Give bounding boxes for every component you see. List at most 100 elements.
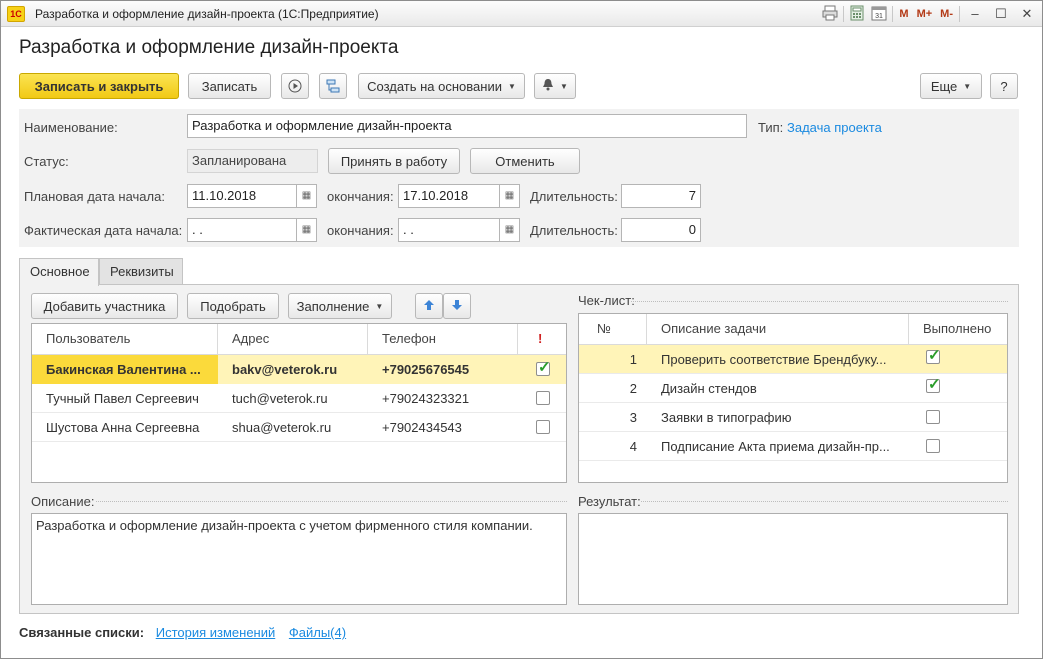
minimize-icon[interactable]: –	[964, 5, 986, 23]
table-row[interactable]: Тучный Павел Сергеевич tuch@veterok.ru +…	[32, 384, 566, 413]
app-window: 1С Разработка и оформление дизайн-проект…	[0, 0, 1043, 659]
notification-button[interactable]: ▼	[534, 73, 576, 99]
column-header-important[interactable]: !	[518, 324, 566, 354]
checkmark-icon: ✓	[928, 376, 941, 393]
cell-user: Шустова Анна Сергеевна	[46, 420, 200, 435]
calendar-picker-icon[interactable]: ▦	[297, 218, 317, 242]
separator	[959, 6, 960, 22]
participants-table: Пользователь Адрес Телефон ! Бакинская В…	[31, 323, 567, 483]
history-link[interactable]: История изменений	[156, 625, 276, 640]
move-down-button[interactable]	[443, 293, 471, 319]
cell-address: bakv@veterok.ru	[218, 355, 368, 384]
page-title: Разработка и оформление дизайн-проекта	[19, 37, 399, 58]
dropdown-arrow-icon: ▼	[507, 81, 516, 91]
result-label: Результат:	[578, 494, 641, 509]
save-and-close-button[interactable]: Записать и закрыть	[19, 73, 179, 99]
cell-address: shua@veterok.ru	[232, 420, 332, 435]
more-label: Еще	[930, 78, 958, 94]
related-lists: Связанные списки: История изменений Файл…	[19, 625, 346, 640]
column-header-user[interactable]: Пользователь	[32, 324, 218, 354]
column-header-phone[interactable]: Телефон	[368, 324, 518, 354]
checkbox[interactable]: ✓	[536, 359, 551, 376]
checkbox[interactable]	[536, 420, 550, 434]
table-row[interactable]: Шустова Анна Сергеевна shua@veterok.ru +…	[32, 413, 566, 442]
help-button[interactable]: ?	[990, 73, 1018, 99]
name-field[interactable]: Разработка и оформление дизайн-проекта	[187, 114, 747, 138]
structure-icon[interactable]	[319, 73, 347, 99]
bell-icon	[542, 78, 554, 94]
files-link[interactable]: Файлы(4)	[289, 625, 346, 640]
plan-start-label: Плановая дата начала:	[24, 189, 165, 204]
calculator-icon[interactable]	[848, 5, 866, 23]
divider	[641, 501, 1008, 502]
table-row[interactable]: 2 Дизайн стендов ✓	[579, 374, 1007, 403]
fact-start-label: Фактическая дата начала:	[24, 223, 183, 238]
checkbox[interactable]: ✓	[926, 347, 941, 364]
move-up-button[interactable]	[415, 293, 443, 319]
start-icon[interactable]	[281, 73, 309, 99]
column-header-address[interactable]: Адрес	[218, 324, 368, 354]
cell-number: 3	[629, 410, 637, 425]
cell-task: Проверить соответствие Брендбуку...	[661, 352, 887, 367]
plan-duration-field[interactable]: 7	[621, 184, 701, 208]
checklist-label: Чек-лист:	[578, 293, 635, 308]
app-logo-icon: 1С	[7, 6, 25, 22]
column-header-done[interactable]: Выполнено	[909, 314, 1007, 344]
dropdown-arrow-icon: ▼	[963, 81, 972, 91]
checkbox[interactable]: ✓	[926, 376, 941, 393]
memory-subtract-button[interactable]: M-	[938, 5, 955, 23]
memory-add-button[interactable]: M+	[915, 5, 935, 23]
checkbox[interactable]	[926, 439, 940, 453]
tab-main[interactable]: Основное	[19, 258, 99, 286]
calendar-picker-icon[interactable]: ▦	[297, 184, 317, 208]
fact-end-date-field[interactable]: . .	[398, 218, 500, 242]
cell-user: Бакинская Валентина ...	[32, 355, 218, 384]
checkmark-icon: ✓	[928, 347, 941, 364]
more-button[interactable]: Еще ▼	[920, 73, 982, 99]
plan-end-date-field[interactable]: 17.10.2018	[398, 184, 500, 208]
cell-phone: +7902434543	[382, 420, 462, 435]
add-participant-button[interactable]: Добавить участника	[31, 293, 178, 319]
related-lists-label: Связанные списки:	[19, 625, 145, 640]
divider	[631, 301, 1008, 302]
column-header-task[interactable]: Описание задачи	[647, 314, 909, 344]
window-title: Разработка и оформление дизайн-проекта (…	[35, 7, 379, 21]
save-button[interactable]: Записать	[188, 73, 271, 99]
table-row[interactable]: Бакинская Валентина ... bakv@veterok.ru …	[32, 355, 566, 384]
print-icon[interactable]	[821, 5, 839, 23]
table-row[interactable]: 4 Подписание Акта приема дизайн-пр...	[579, 432, 1007, 461]
cancel-button[interactable]: Отменить	[470, 148, 580, 174]
plan-start-date-field[interactable]: 11.10.2018	[187, 184, 297, 208]
title-bar-tools: 31 M M+ M- – ☐ ✕	[821, 4, 1038, 24]
fact-end-label: окончания:	[327, 223, 394, 238]
checkbox[interactable]	[536, 391, 550, 405]
fact-duration-field[interactable]: 0	[621, 218, 701, 242]
maximize-icon[interactable]: ☐	[990, 5, 1012, 23]
description-textarea[interactable]: Разработка и оформление дизайн-проекта с…	[31, 513, 567, 605]
calendar-picker-icon[interactable]: ▦	[500, 218, 520, 242]
calendar-icon[interactable]: 31	[870, 5, 888, 23]
tab-details[interactable]: Реквизиты	[99, 258, 183, 285]
column-header-number[interactable]: №	[579, 314, 647, 344]
table-row[interactable]: 1 Проверить соответствие Брендбуку... ✓	[579, 345, 1007, 374]
fill-button[interactable]: Заполнение ▼	[288, 293, 392, 319]
calendar-picker-icon[interactable]: ▦	[500, 184, 520, 208]
type-link[interactable]: Задача проекта	[787, 120, 882, 135]
arrow-up-icon	[423, 299, 435, 314]
accept-to-work-button[interactable]: Принять в работу	[328, 148, 460, 174]
create-based-on-label: Создать на основании	[367, 78, 502, 94]
result-textarea[interactable]	[578, 513, 1008, 605]
create-based-on-button[interactable]: Создать на основании ▼	[358, 73, 525, 99]
table-row[interactable]: 3 Заявки в типографию	[579, 403, 1007, 432]
cell-check: ✓	[518, 355, 566, 384]
dropdown-arrow-icon: ▼	[375, 301, 384, 311]
fill-label: Заполнение	[296, 298, 370, 314]
fact-start-date-field[interactable]: . .	[187, 218, 297, 242]
name-label: Наименование:	[24, 120, 118, 135]
close-icon[interactable]: ✕	[1016, 5, 1038, 23]
memory-button[interactable]: M	[897, 5, 910, 23]
status-field: Запланирована	[187, 149, 318, 173]
type-label: Тип:	[758, 120, 784, 135]
pick-button[interactable]: Подобрать	[187, 293, 279, 319]
checkbox[interactable]	[926, 410, 940, 424]
